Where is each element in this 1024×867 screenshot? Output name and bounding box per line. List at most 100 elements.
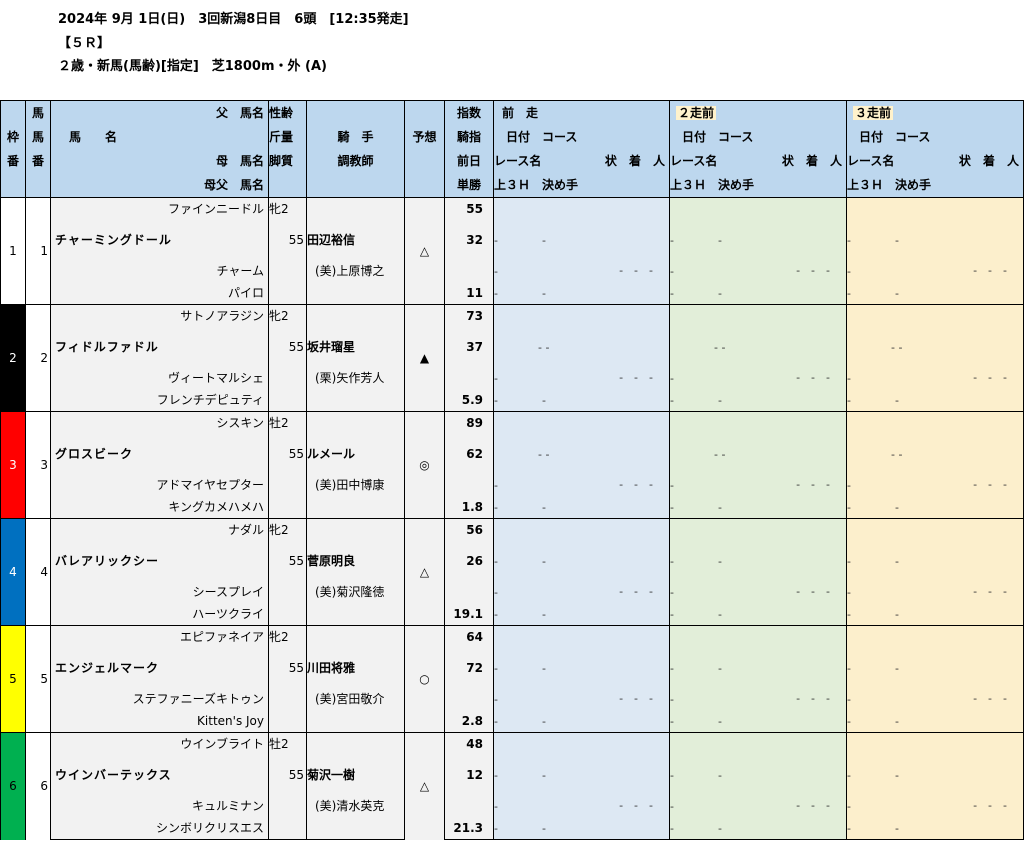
prev3-cell: - - xyxy=(846,755,1024,795)
prev1-cell: - - xyxy=(493,327,670,367)
prev-day-blank xyxy=(444,795,494,817)
prev-race-result: - - - xyxy=(796,691,830,705)
trainer-name: (美)菊沢隆徳 xyxy=(306,581,405,603)
horse-name: エンジェルマーク xyxy=(50,648,269,688)
win-odds: 11 xyxy=(444,282,494,305)
father-name: ファインニードル xyxy=(50,197,269,220)
mother-name: ヴィートマルシェ xyxy=(50,367,269,389)
col-header-style: 脚質 xyxy=(268,149,307,173)
prev-race-result: - - - xyxy=(619,584,653,598)
col-header-trainer: 調教師 xyxy=(306,149,405,173)
prev-race-last3f: - - xyxy=(847,286,899,300)
prev-race-name: - xyxy=(847,585,851,599)
jockey-name: 菅原明良 xyxy=(306,541,405,581)
col-header-pred-blank xyxy=(404,100,445,125)
trainer-name: (栗)矢作芳人 xyxy=(306,367,405,389)
prev-race-last3f: - - xyxy=(494,821,546,835)
prev-race-name: - xyxy=(670,799,674,813)
blank xyxy=(306,710,405,733)
prev2-cell xyxy=(669,197,847,220)
blank xyxy=(306,603,405,626)
prev-race-name: - xyxy=(670,478,674,492)
sex-age: 牡2 xyxy=(268,411,307,434)
father-name: ナダル xyxy=(50,518,269,541)
prev-race-date-course: - - xyxy=(494,554,546,568)
col-header-waku-blank xyxy=(0,100,26,125)
jockey-name: 川田将雅 xyxy=(306,648,405,688)
prev1-cell: -- - - xyxy=(493,795,670,817)
prev2-cell: - - xyxy=(669,817,847,840)
jockey-name: 坂井瑠星 xyxy=(306,327,405,367)
prev3-cell: - - xyxy=(846,648,1024,688)
race-condition: ２歳・新馬(馬齢)[指定] 芝1800m・外 (A) xyxy=(58,59,327,74)
prev1-cell xyxy=(493,197,670,220)
col-header-father: 父 馬名 xyxy=(50,100,269,125)
prev1-cell: - - xyxy=(493,496,670,519)
col-header-last3f-3: 上３Ｈ 決め手 xyxy=(846,173,1024,198)
col-header-weight: 斤量 xyxy=(268,125,307,149)
col-header-uma: 馬 xyxy=(25,100,51,125)
prev2-cell xyxy=(669,411,847,434)
jockey-blank xyxy=(306,518,405,541)
prev-race-name: - xyxy=(670,371,674,385)
prev-race-last3f: - - xyxy=(670,821,722,835)
sex-age: 牝2 xyxy=(268,304,307,327)
win-odds: 1.8 xyxy=(444,496,494,519)
waku-number: 4 xyxy=(0,518,26,626)
prev2-cell: - - xyxy=(669,327,847,367)
prev-race-result: - - - xyxy=(619,477,653,491)
father-name: エピファネイア xyxy=(50,625,269,648)
prev1-cell: - - xyxy=(493,755,670,795)
prev-race-result: - - - xyxy=(973,584,1007,598)
race-card-table: 馬 父 馬名 性齢 指数 前 走 ２走前 ３走前 枠 馬 馬 名 斤量 騎 手 … xyxy=(0,100,1024,840)
prev-race-result: - - - xyxy=(796,263,830,277)
sex-age: 牡2 xyxy=(268,732,307,755)
prev-race-name: - xyxy=(494,799,498,813)
prev2-cell xyxy=(669,732,847,755)
prev2-cell: -- - - xyxy=(669,581,847,603)
prev3-cell: - - xyxy=(846,496,1024,519)
jockey-blank xyxy=(306,411,405,434)
blank xyxy=(268,389,307,412)
col-header-ban: 番 xyxy=(0,149,26,173)
prev-race-last3f: - - xyxy=(847,500,899,514)
jockey-blank xyxy=(306,625,405,648)
prev1-cell xyxy=(493,518,670,541)
weight: 55 xyxy=(268,648,307,688)
prev-race-result: - - - xyxy=(973,370,1007,384)
prev2-cell xyxy=(669,518,847,541)
prev-race-date-course: - - xyxy=(847,554,899,568)
col-header-mother: 母 馬名 xyxy=(50,149,269,173)
prev3-cell: -- - - xyxy=(846,688,1024,710)
prev1-cell: - - xyxy=(493,389,670,412)
prev3-cell xyxy=(846,625,1024,648)
blank xyxy=(268,710,307,733)
prev-race-name: - xyxy=(847,799,851,813)
prev-race-name: - xyxy=(847,478,851,492)
prev-race-last3f: - - xyxy=(847,607,899,621)
horse-name: バレアリックシー xyxy=(50,541,269,581)
prev-race-date-course: - - xyxy=(538,447,550,461)
col-header-index: 指数 xyxy=(444,100,494,125)
prev1-cell: -- - - xyxy=(493,260,670,282)
prev-race-last3f: - - xyxy=(494,286,546,300)
prev3-cell: -- - - xyxy=(846,474,1024,496)
blank xyxy=(268,496,307,519)
prev-race-date-course: - - xyxy=(494,233,546,247)
col-header-prediction: 予想 xyxy=(404,125,445,149)
prediction-mark: △ xyxy=(404,732,445,840)
col-header-blank-e xyxy=(404,173,445,198)
prev2-cell: -- - - xyxy=(669,260,847,282)
col-header-blank-a xyxy=(0,173,26,198)
prediction-mark: ▲ xyxy=(404,304,445,412)
prev3-cell: -- - - xyxy=(846,260,1024,282)
prev2-cell: - - xyxy=(669,220,847,260)
horse-name: フィドルファドル xyxy=(50,327,269,367)
col-header-race-2: レース名状 着 人 xyxy=(669,149,847,173)
prev-race-result: - - - xyxy=(796,477,830,491)
prev2-cell: -- - - xyxy=(669,474,847,496)
prev-race-result: - - - xyxy=(796,370,830,384)
blank xyxy=(268,282,307,305)
prev3-cell: -- - - xyxy=(846,795,1024,817)
weight: 55 xyxy=(268,327,307,367)
